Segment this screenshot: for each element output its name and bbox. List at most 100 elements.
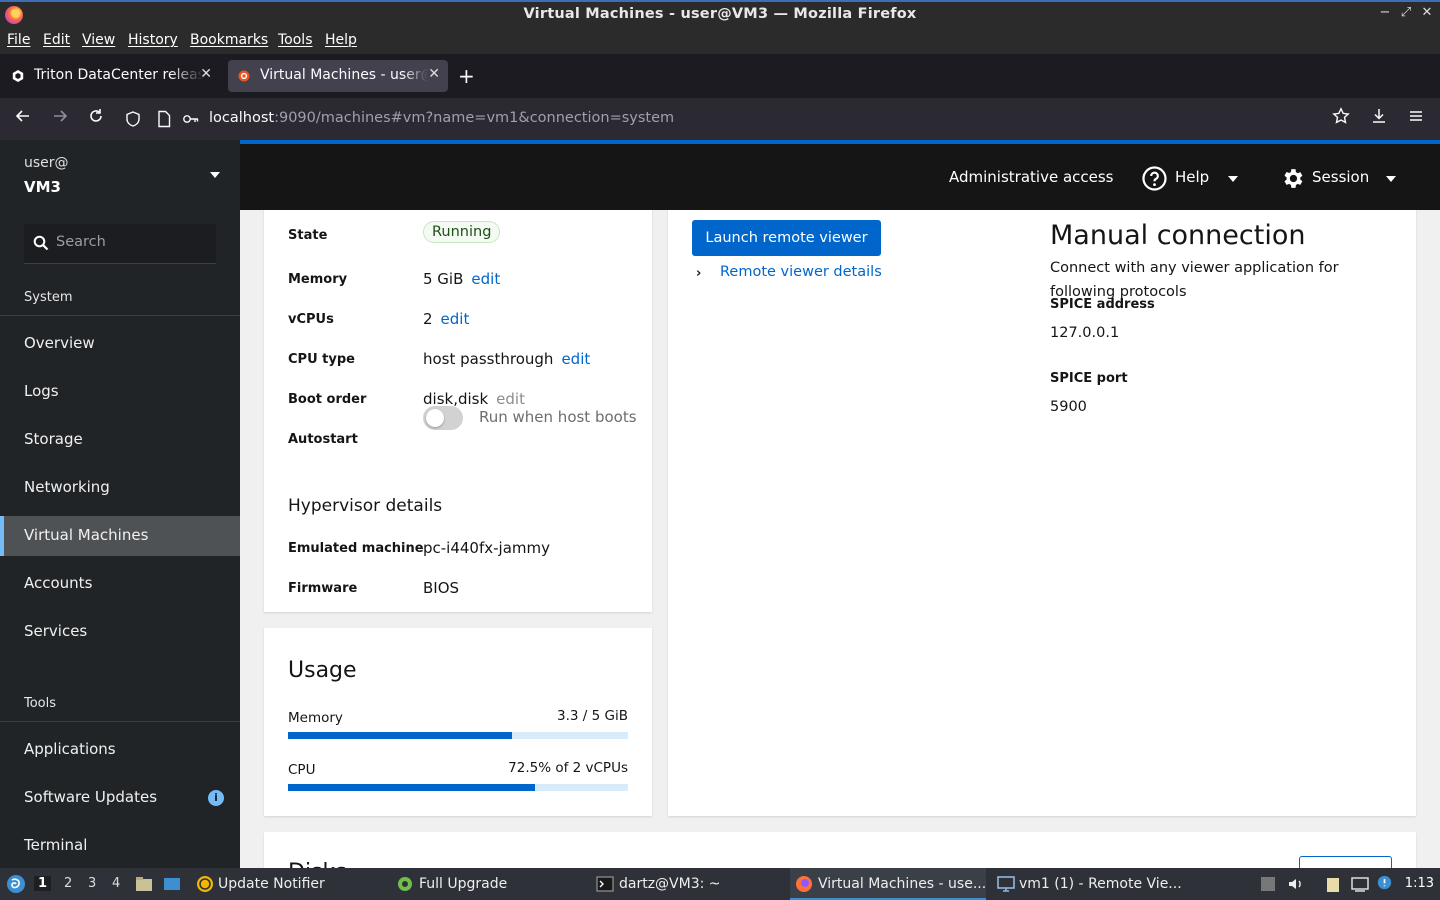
memory-edit-link[interactable]: edit bbox=[471, 270, 500, 288]
administrative-access-button[interactable]: Administrative access bbox=[949, 168, 1114, 186]
help-label: Help bbox=[1175, 168, 1210, 186]
taskbar-update-notifier[interactable]: Update Notifier bbox=[194, 868, 384, 900]
tab-label: Triton DataCenter release bbox=[34, 67, 204, 83]
state-value: Running bbox=[423, 221, 501, 243]
taskbar-remote-viewer[interactable]: vm1 (1) - Remote Vie... bbox=[994, 868, 1184, 900]
downloads-icon[interactable] bbox=[1367, 107, 1391, 131]
cpu-usage-fill bbox=[288, 784, 535, 791]
memory-usage-value: 3.3 / 5 GiB bbox=[557, 708, 628, 724]
usage-title: Usage bbox=[288, 658, 357, 683]
session-label: Session bbox=[1312, 168, 1370, 186]
sidebar-item-accounts[interactable]: Accounts bbox=[0, 564, 240, 604]
search-icon bbox=[33, 235, 49, 251]
tab-close-icon[interactable]: ✕ bbox=[200, 66, 212, 82]
sidebar: user@ VM3 System Overview Logs Storage N… bbox=[0, 140, 240, 868]
chevron-down-icon bbox=[210, 172, 220, 178]
network-icon[interactable] bbox=[1351, 875, 1369, 893]
maximize-icon[interactable]: ⤢ bbox=[1396, 5, 1416, 20]
vcpus-label: vCPUs bbox=[288, 312, 334, 327]
firmware-value: BIOS bbox=[423, 579, 460, 597]
taskbar-firefox[interactable]: Virtual Machines - use... bbox=[790, 868, 986, 900]
menu-history[interactable]: History bbox=[128, 32, 178, 48]
vcpus-edit-link[interactable]: edit bbox=[441, 310, 470, 328]
nav-bar: localhost:9090/machines#vm?name=vm1&conn… bbox=[0, 98, 1440, 140]
url-bar[interactable]: localhost:9090/machines#vm?name=vm1&conn… bbox=[118, 102, 1358, 136]
menu-help[interactable]: Help bbox=[325, 32, 357, 48]
disks-title: Disks bbox=[288, 860, 347, 868]
window-titlebar: Virtual Machines - user@VM3 — Mozilla Fi… bbox=[0, 0, 1440, 29]
monitor-icon bbox=[997, 876, 1015, 892]
hypervisor-heading: Hypervisor details bbox=[288, 496, 443, 516]
app-menu-icon[interactable] bbox=[1404, 107, 1428, 131]
sidebar-item-logs[interactable]: Logs bbox=[0, 372, 240, 412]
triton-favicon-icon bbox=[12, 70, 24, 82]
launch-remote-viewer-button[interactable]: Launch remote viewer bbox=[692, 220, 881, 256]
boot-order-label: Boot order bbox=[288, 392, 367, 407]
spice-address-label: SPICE address bbox=[1050, 297, 1155, 312]
toggle-knob bbox=[426, 409, 444, 427]
section-system: System bbox=[24, 290, 73, 305]
bookmark-star-icon[interactable] bbox=[1329, 107, 1353, 131]
workspace-2[interactable]: 2 bbox=[64, 876, 72, 891]
reload-icon[interactable] bbox=[84, 107, 108, 131]
sidebar-item-terminal[interactable]: Terminal bbox=[0, 826, 240, 866]
back-icon[interactable] bbox=[11, 107, 35, 131]
divider bbox=[0, 315, 240, 316]
workspace-3[interactable]: 3 bbox=[88, 876, 96, 891]
menu-view[interactable]: View bbox=[82, 32, 115, 48]
sidebar-item-storage[interactable]: Storage bbox=[0, 420, 240, 460]
sidebar-item-overview[interactable]: Overview bbox=[0, 324, 240, 364]
close-window-icon[interactable]: ✕ bbox=[1417, 5, 1437, 20]
file-manager-icon[interactable] bbox=[135, 875, 153, 893]
notification-icon[interactable] bbox=[1377, 875, 1392, 890]
new-tab-button[interactable]: + bbox=[458, 64, 475, 88]
masthead: Administrative access Help Session bbox=[240, 140, 1440, 210]
forward-icon[interactable] bbox=[48, 107, 72, 131]
disks-card: Disks bbox=[264, 832, 1416, 868]
boot-order-edit-link[interactable]: edit bbox=[496, 390, 525, 408]
autostart-toggle[interactable] bbox=[423, 406, 463, 430]
tab-triton[interactable]: Triton DataCenter release ✕ bbox=[2, 60, 220, 92]
tray-icon[interactable] bbox=[1259, 875, 1277, 893]
cpu-type-edit-link[interactable]: edit bbox=[561, 350, 590, 368]
clipboard-icon[interactable] bbox=[1324, 875, 1342, 893]
chevron-down-icon bbox=[1386, 176, 1396, 182]
start-menu-icon[interactable] bbox=[6, 874, 26, 894]
status-badge: Running bbox=[423, 221, 501, 243]
memory-usage-fill bbox=[288, 732, 513, 739]
url-text[interactable]: localhost:9090/machines#vm?name=vm1&conn… bbox=[209, 110, 674, 126]
menu-edit[interactable]: Edit bbox=[43, 32, 70, 48]
autostart-label: Autostart bbox=[288, 432, 358, 447]
terminal-icon bbox=[596, 876, 614, 892]
sidebar-search bbox=[24, 224, 216, 264]
page-icon[interactable] bbox=[156, 110, 172, 132]
taskbar: 1 2 3 4 Update Notifier Full Upgrade dar… bbox=[0, 868, 1440, 900]
add-disk-button[interactable] bbox=[1299, 856, 1392, 868]
workspace-1[interactable]: 1 bbox=[34, 876, 52, 891]
tab-virtual-machines[interactable]: Virtual Machines - user@VM3 ✕ bbox=[228, 60, 448, 92]
emulated-machine-value: pc-i440fx-jammy bbox=[423, 539, 551, 557]
sidebar-item-services[interactable]: Services bbox=[0, 612, 240, 652]
search-input[interactable] bbox=[56, 234, 206, 250]
minimize-icon[interactable]: − bbox=[1375, 5, 1395, 20]
taskbar-full-upgrade[interactable]: Full Upgrade bbox=[394, 868, 584, 900]
menu-tools[interactable]: Tools bbox=[278, 32, 313, 48]
sidebar-item-virtual-machines[interactable]: Virtual Machines bbox=[0, 516, 240, 556]
sidebar-item-software-updates[interactable]: Software Updates i bbox=[0, 778, 240, 818]
key-icon[interactable] bbox=[182, 111, 200, 131]
tab-close-icon[interactable]: ✕ bbox=[428, 66, 440, 82]
sidebar-item-applications[interactable]: Applications bbox=[0, 730, 240, 770]
volume-icon[interactable] bbox=[1287, 875, 1305, 893]
sidebar-item-networking[interactable]: Networking bbox=[0, 468, 240, 508]
workspace-4[interactable]: 4 bbox=[112, 876, 120, 891]
host-switcher[interactable]: user@ VM3 bbox=[0, 140, 240, 210]
console-card: Launch remote viewer › Remote viewer det… bbox=[668, 210, 1416, 816]
menu-bookmarks[interactable]: Bookmarks bbox=[190, 32, 268, 48]
shield-icon[interactable] bbox=[124, 110, 142, 132]
chevron-down-icon bbox=[1228, 176, 1238, 182]
taskbar-terminal[interactable]: dartz@VM3: ~ bbox=[594, 868, 784, 900]
menu-file[interactable]: File bbox=[7, 32, 30, 48]
spice-address-value: 127.0.0.1 bbox=[1050, 325, 1120, 341]
desktop-icon[interactable] bbox=[163, 875, 181, 893]
cpu-type-value: host passthrough edit bbox=[423, 350, 591, 368]
